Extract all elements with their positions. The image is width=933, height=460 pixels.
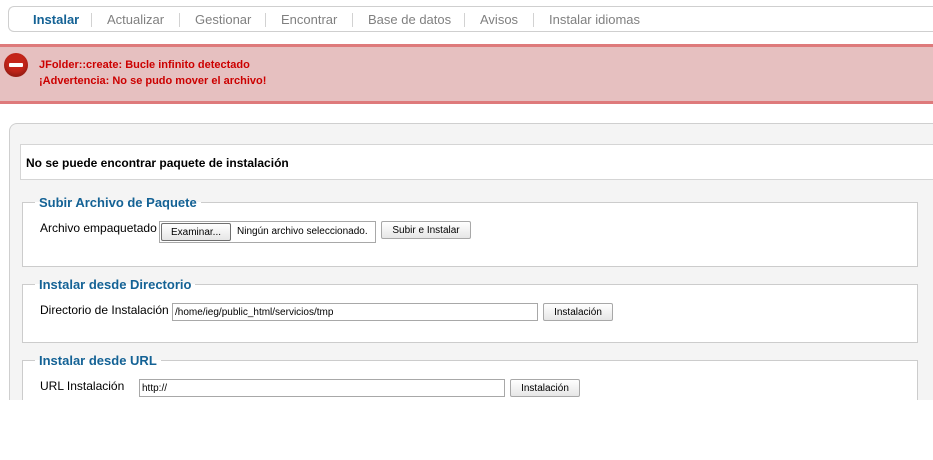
notice-text: No se puede encontrar paquete de instala… <box>26 156 289 170</box>
submenu-tabs: Instalar Actualizar Gestionar Encontrar … <box>8 6 933 32</box>
warning-message: ¡Advertencia: No se pudo mover el archiv… <box>39 75 267 87</box>
tab-divider <box>533 13 534 27</box>
tab-divider <box>352 13 353 27</box>
tab-encontrar[interactable]: Encontrar <box>281 12 337 27</box>
tab-base-de-datos[interactable]: Base de datos <box>368 12 451 27</box>
upload-package-legend: Subir Archivo de Paquete <box>39 195 197 210</box>
error-stop-icon <box>4 53 28 77</box>
package-file-label: Archivo empaquetado <box>40 221 157 235</box>
tab-divider <box>179 13 180 27</box>
tab-divider <box>464 13 465 27</box>
tab-instalar-idiomas[interactable]: Instalar idiomas <box>549 12 640 27</box>
tab-avisos[interactable]: Avisos <box>480 12 518 27</box>
install-url-label: URL Instalación <box>40 379 125 393</box>
tab-actualizar[interactable]: Actualizar <box>107 12 164 27</box>
install-directory-legend: Instalar desde Directorio <box>39 277 192 292</box>
package-file-input[interactable]: Examinar... Ningún archivo seleccionado. <box>159 221 376 243</box>
error-banner: JFolder::create: Bucle infinito detectad… <box>0 44 933 104</box>
notice-box: No se puede encontrar paquete de instala… <box>20 144 933 180</box>
tab-gestionar[interactable]: Gestionar <box>195 12 251 27</box>
browse-button[interactable]: Examinar... <box>161 223 231 241</box>
tab-divider <box>91 13 92 27</box>
tab-instalar[interactable]: Instalar <box>33 12 79 27</box>
install-directory-label: Directorio de Instalación <box>40 303 169 317</box>
tab-divider <box>265 13 266 27</box>
install-url-legend: Instalar desde URL <box>39 353 157 368</box>
install-url-button[interactable]: Instalación <box>510 379 580 397</box>
install-directory-button[interactable]: Instalación <box>543 303 613 321</box>
tab-marker <box>21 13 32 27</box>
install-directory-input[interactable] <box>172 303 538 321</box>
error-message: JFolder::create: Bucle infinito detectad… <box>39 59 250 71</box>
no-file-text: Ningún archivo seleccionado. <box>237 226 368 237</box>
install-url-input[interactable] <box>139 379 505 397</box>
page-bottom-area <box>0 400 933 460</box>
upload-install-button[interactable]: Subir e Instalar <box>381 221 471 239</box>
